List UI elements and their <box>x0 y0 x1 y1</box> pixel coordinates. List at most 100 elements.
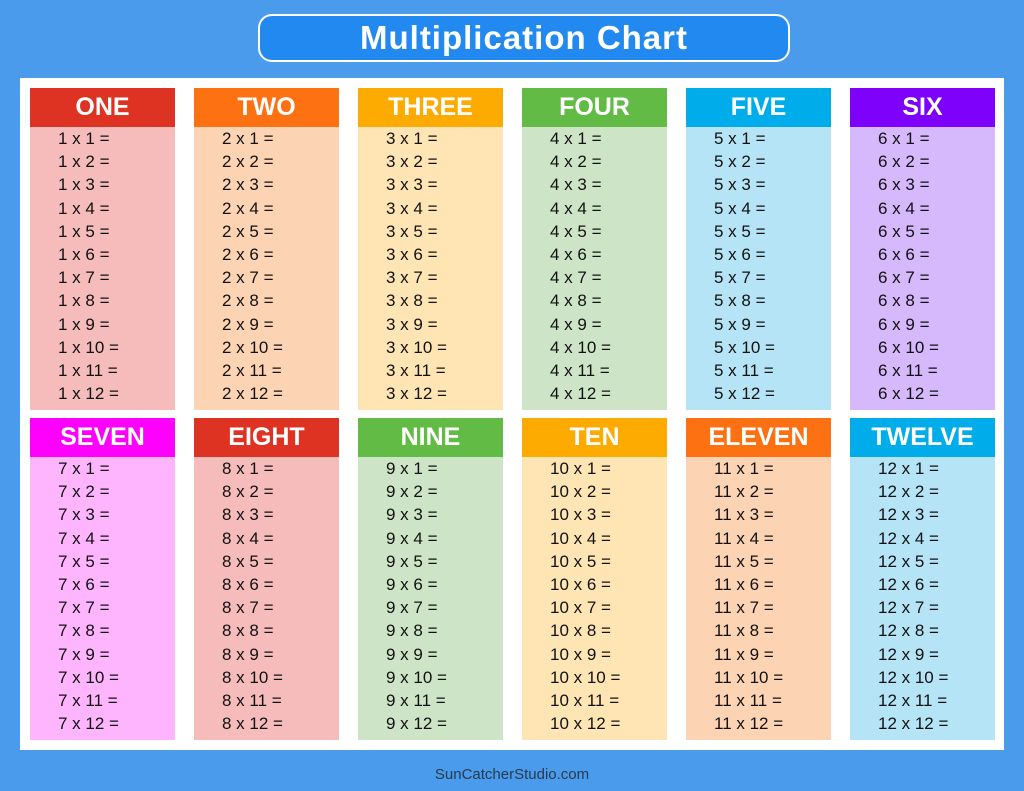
equation-row: 6 x 2 = <box>878 152 930 172</box>
equation-row: 4 x 3 = <box>550 175 602 195</box>
equation-row: 8 x 2 = <box>222 482 274 502</box>
equation-row: 10 x 6 = <box>550 574 611 594</box>
equation-row: 11 x 9 = <box>714 644 774 664</box>
equation-row: 8 x 11 = <box>222 690 282 710</box>
equation-row: 5 x 7 = <box>714 268 766 288</box>
equation-row: 9 x 4 = <box>386 528 438 548</box>
times-table-card-three: THREE 3 x 1 = 3 x 2 = 3 x 3 = 3 x 4 = 3 x 5 =… <box>358 88 503 410</box>
equation-row: 2 x 12 = <box>222 384 283 404</box>
equation-row: 3 x 12 = <box>386 384 447 404</box>
equation-row: 8 x 3 = <box>222 505 274 525</box>
card-body: 3 x 1 = 3 x 2 = 3 x 3 = 3 x 4 = 3 x 5 = 3 x 6… <box>358 127 503 410</box>
equation-row: 5 x 10 = <box>714 337 775 357</box>
equation-row: 9 x 6 = <box>386 574 438 594</box>
equation-row: 9 x 10 = <box>386 667 447 687</box>
equation-row: 8 x 9 = <box>222 644 274 664</box>
equation-row: 7 x 7 = <box>58 598 110 618</box>
equation-row: 4 x 11 = <box>550 360 610 380</box>
times-table-card-nine: NINE 9 x 1 = 9 x 2 = 9 x 3 = 9 x 4 = 9 x 5 = 9… <box>358 418 503 740</box>
card-body: 8 x 1 = 8 x 2 = 8 x 3 = 8 x 4 = 8 x 5 = 8 x 6… <box>194 457 339 740</box>
equation-row: 5 x 12 = <box>714 384 775 404</box>
equation-row: 2 x 4 = <box>222 198 274 218</box>
equation-row: 11 x 4 = <box>714 528 774 548</box>
equation-row: 5 x 2 = <box>714 152 766 172</box>
equation-row: 7 x 6 = <box>58 574 110 594</box>
equation-row: 1 x 4 = <box>58 198 110 218</box>
equation-row: 7 x 12 = <box>58 714 119 734</box>
card-body: 9 x 1 = 9 x 2 = 9 x 3 = 9 x 4 = 9 x 5 = 9 x 6… <box>358 457 503 740</box>
equation-row: 7 x 4 = <box>58 528 110 548</box>
equation-row: 10 x 7 = <box>550 598 611 618</box>
card-header: ELEVEN <box>686 418 831 457</box>
equation-row: 8 x 8 = <box>222 621 274 641</box>
equation-row: 8 x 4 = <box>222 528 274 548</box>
equation-row: 1 x 1 = <box>58 129 110 148</box>
equation-row: 5 x 1 = <box>714 129 766 148</box>
equation-row: 6 x 1 = <box>878 129 930 148</box>
equation-row: 3 x 9 = <box>386 314 438 334</box>
equation-row: 2 x 8 = <box>222 291 274 311</box>
equation-row: 1 x 11 = <box>58 360 118 380</box>
card-header: SIX <box>850 88 995 127</box>
equation-row: 9 x 7 = <box>386 598 438 618</box>
equation-row: 4 x 6 = <box>550 244 602 264</box>
equation-row: 10 x 8 = <box>550 621 611 641</box>
equation-row: 3 x 1 = <box>386 129 438 148</box>
card-header: FOUR <box>522 88 667 127</box>
card-body: 5 x 1 = 5 x 2 = 5 x 3 = 5 x 4 = 5 x 5 = 5 x 6… <box>686 127 831 410</box>
equation-row: 7 x 11 = <box>58 690 118 710</box>
equation-row: 12 x 8 = <box>878 621 939 641</box>
card-body: 6 x 1 = 6 x 2 = 6 x 3 = 6 x 4 = 6 x 5 = 6 x 6… <box>850 127 995 410</box>
equation-row: 6 x 5 = <box>878 221 930 241</box>
equation-row: 6 x 11 = <box>878 360 938 380</box>
equation-row: 6 x 10 = <box>878 337 939 357</box>
equation-row: 2 x 3 = <box>222 175 274 195</box>
card-header: EIGHT <box>194 418 339 457</box>
times-table-card-five: FIVE 5 x 1 = 5 x 2 = 5 x 3 = 5 x 4 = 5 x 5 = 5… <box>686 88 831 410</box>
equation-row: 8 x 10 = <box>222 667 283 687</box>
card-body: 7 x 1 = 7 x 2 = 7 x 3 = 7 x 4 = 7 x 5 = 7 x 6… <box>30 457 175 740</box>
card-header: THREE <box>358 88 503 127</box>
equation-row: 5 x 6 = <box>714 244 766 264</box>
equation-row: 11 x 10 = <box>714 667 784 687</box>
equation-row: 10 x 2 = <box>550 482 611 502</box>
equation-row: 5 x 8 = <box>714 291 766 311</box>
equation-row: 7 x 5 = <box>58 551 110 571</box>
equation-row: 11 x 3 = <box>714 505 774 525</box>
equation-row: 4 x 10 = <box>550 337 611 357</box>
equation-row: 2 x 6 = <box>222 244 274 264</box>
card-body: 2 x 1 = 2 x 2 = 2 x 3 = 2 x 4 = 2 x 5 = 2 x 6… <box>194 127 339 410</box>
equation-row: 5 x 3 = <box>714 175 766 195</box>
equation-row: 4 x 5 = <box>550 221 602 241</box>
equation-row: 5 x 5 = <box>714 221 766 241</box>
equation-row: 5 x 11 = <box>714 360 774 380</box>
times-table-card-one: ONE 1 x 1 = 1 x 2 = 1 x 3 = 1 x 4 = 1 x 5 = 1 … <box>30 88 175 410</box>
equation-row: 9 x 12 = <box>386 714 447 734</box>
equation-row: 1 x 3 = <box>58 175 110 195</box>
card-header: NINE <box>358 418 503 457</box>
equation-row: 12 x 12 = <box>878 714 949 734</box>
card-header: TEN <box>522 418 667 457</box>
equation-row: 11 x 8 = <box>714 621 774 641</box>
chart-panel: ONE 1 x 1 = 1 x 2 = 1 x 3 = 1 x 4 = 1 x 5 = 1 … <box>20 78 1004 750</box>
times-table-card-four: FOUR 4 x 1 = 4 x 2 = 4 x 3 = 4 x 4 = 4 x 5 = 4… <box>522 88 667 410</box>
times-table-card-twelve: TWELVE 12 x 1 = 12 x 2 = 12 x 3 = 12 x 4 = 12… <box>850 418 995 740</box>
equation-row: 2 x 7 = <box>222 268 274 288</box>
equation-row: 11 x 7 = <box>714 598 774 618</box>
equation-row: 7 x 2 = <box>58 482 110 502</box>
times-table-card-two: TWO 2 x 1 = 2 x 2 = 2 x 3 = 2 x 4 = 2 x 5 = 2 … <box>194 88 339 410</box>
card-body: 10 x 1 = 10 x 2 = 10 x 3 = 10 x 4 = 10 x 5 =… <box>522 457 667 740</box>
times-table-card-seven: SEVEN 7 x 1 = 7 x 2 = 7 x 3 = 7 x 4 = 7 x 5 =… <box>30 418 175 740</box>
equation-row: 12 x 5 = <box>878 551 939 571</box>
equation-row: 2 x 2 = <box>222 152 274 172</box>
equation-row: 9 x 11 = <box>386 690 446 710</box>
equation-row: 1 x 2 = <box>58 152 110 172</box>
page-title: Multiplication Chart <box>360 19 688 56</box>
equation-row: 7 x 9 = <box>58 644 110 664</box>
equation-row: 3 x 7 = <box>386 268 438 288</box>
equation-row: 10 x 12 = <box>550 714 621 734</box>
card-body: 11 x 1 = 11 x 2 = 11 x 3 = 11 x 4 = 11 x 5 =… <box>686 457 831 740</box>
card-header: SEVEN <box>30 418 175 457</box>
equation-row: 4 x 1 = <box>550 129 602 148</box>
equation-row: 4 x 9 = <box>550 314 602 334</box>
